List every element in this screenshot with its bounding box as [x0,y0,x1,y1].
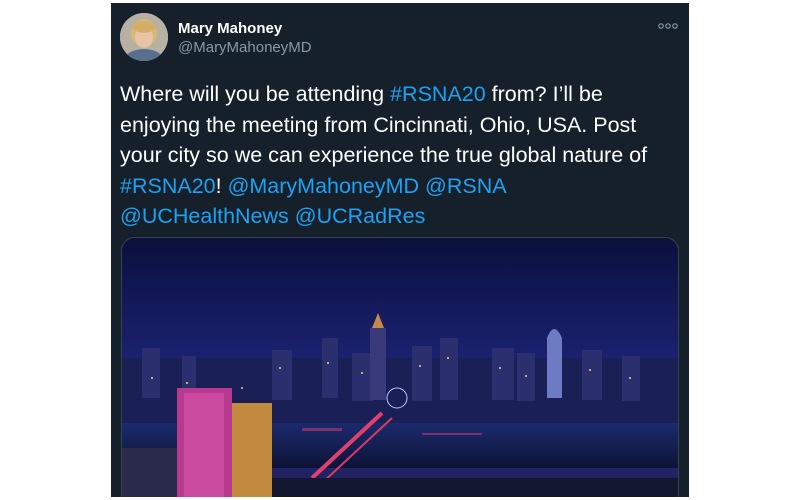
tweet-media[interactable] [121,237,679,497]
tweet-text: Where will you be attending #RSNA20 from… [120,79,680,232]
tweet-text-segment: Where will you be attending [120,82,391,106]
tweet-card[interactable]: Mary Mahoney @MaryMahoneyMD Where will y… [111,3,689,497]
more-options-button[interactable] [657,19,679,33]
mention-link[interactable]: @RSNA [425,174,505,198]
avatar-image [120,13,168,61]
ellipsis-icon [658,23,678,29]
tweet-text-segment: ! [215,173,228,198]
hashtag-link[interactable]: #RSNA20 [120,174,216,198]
city-skyline-photo [122,238,678,497]
mention-link[interactable]: @UCRadRes [295,204,426,228]
author-name[interactable]: Mary Mahoney [178,20,282,37]
author-handle[interactable]: @MaryMahoneyMD [178,39,312,56]
mention-link[interactable]: @MaryMahoneyMD [228,174,419,198]
hashtag-link[interactable]: #RSNA20 [390,82,486,106]
mention-link[interactable]: @UCHealthNews [120,204,289,228]
avatar[interactable] [120,13,168,61]
